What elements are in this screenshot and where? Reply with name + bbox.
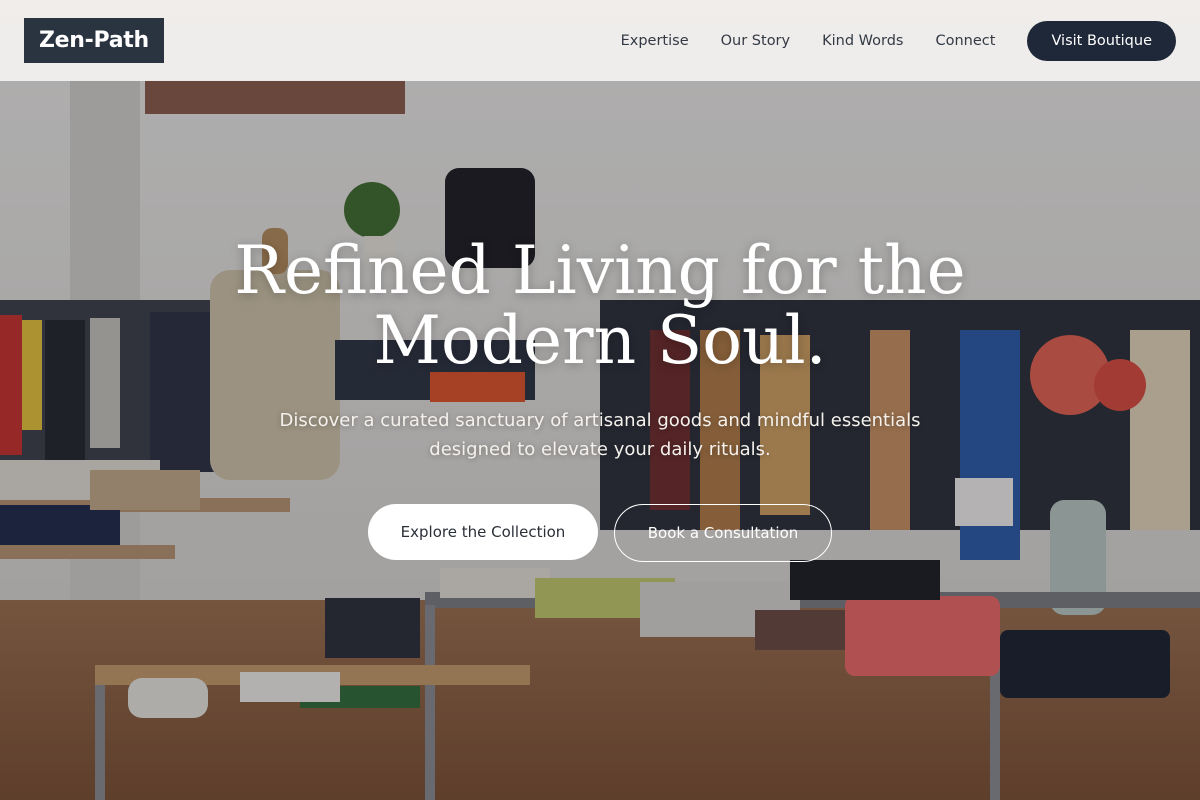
hero-section: Zen-Path Expertise Our Story Kind Words … (0, 0, 1200, 800)
hero-title: Refined Living for the Modern Soul. (100, 236, 1100, 376)
nav-link-our-story[interactable]: Our Story (721, 33, 790, 49)
explore-collection-button[interactable]: Explore the Collection (368, 504, 598, 560)
hero-subtitle: Discover a curated sanctuary of artisana… (200, 406, 1000, 464)
nav-link-kind-words[interactable]: Kind Words (822, 33, 903, 49)
logo[interactable]: Zen-Path (24, 18, 164, 63)
hero-title-line-1: Refined Living for the (234, 232, 966, 309)
site-header: Zen-Path Expertise Our Story Kind Words … (0, 0, 1200, 81)
hero-cta-row: Explore the Collection Book a Consultati… (0, 504, 1200, 562)
hero-subtitle-line-1: Discover a curated sanctuary of artisana… (279, 410, 921, 431)
hero-overlay (0, 0, 1200, 800)
book-consultation-button[interactable]: Book a Consultation (614, 504, 832, 562)
main-nav: Expertise Our Story Kind Words Connect V… (621, 20, 1176, 61)
visit-boutique-button[interactable]: Visit Boutique (1027, 20, 1176, 61)
nav-link-expertise[interactable]: Expertise (621, 33, 689, 49)
hero-title-line-2: Modern Soul. (373, 302, 827, 379)
hero-subtitle-line-2: designed to elevate your daily rituals. (429, 439, 771, 460)
nav-link-connect[interactable]: Connect (935, 33, 995, 49)
